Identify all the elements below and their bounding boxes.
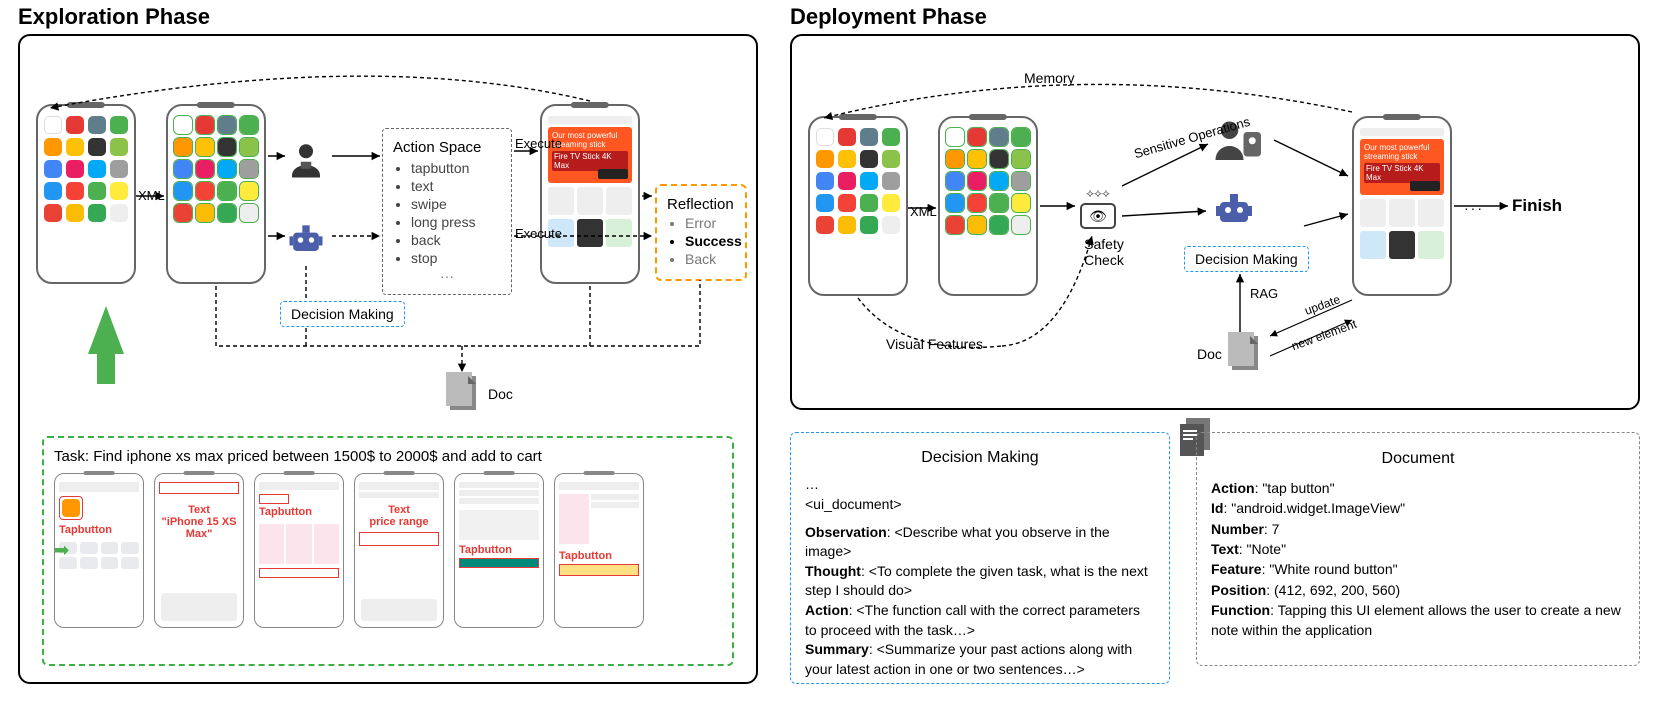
- doc-label: Doc: [488, 386, 513, 402]
- deployment-panel: Memory XML ⟡⟡⟡ 👁 Safety Check: [790, 34, 1640, 410]
- finish-label: Finish: [1512, 196, 1562, 216]
- dep-decision-making-tag: Decision Making: [1184, 246, 1309, 272]
- document-block: Document Action: "tap button" Id: "andro…: [1196, 432, 1640, 666]
- xml-label: XML: [138, 188, 165, 203]
- action-item: long press: [411, 214, 501, 230]
- dm-line: <ui_document>: [805, 495, 1155, 515]
- execute-label-2: Execute: [515, 226, 562, 241]
- phone-result: Our most powerful streaming stick Fire T…: [540, 104, 640, 284]
- banner-title: Our most powerful streaming stick: [552, 131, 628, 149]
- doc-title: Document: [1211, 447, 1625, 470]
- reflection-box: Reflection Error Success Back: [655, 184, 747, 281]
- dep-banner-sub: Fire TV Stick 4K Max: [1364, 163, 1440, 183]
- exploration-panel: XML Action Space tapbutton text swipe lo…: [18, 34, 758, 684]
- decision-making-label: Decision Making: [291, 306, 394, 322]
- doc-line: Feature: "White round button": [1211, 559, 1625, 579]
- dep-xml-label: XML: [910, 204, 937, 219]
- exploration-title: Exploration Phase: [18, 4, 210, 30]
- dep-doc-label: Doc: [1197, 346, 1222, 362]
- action-space-title: Action Space: [393, 139, 501, 156]
- safety-check-icon: ⟡⟡⟡ 👁: [1080, 186, 1116, 229]
- action-item: stop: [411, 250, 501, 266]
- annotation-tapbutton: Tapbutton: [59, 524, 139, 536]
- dep-phone-raw: [808, 116, 908, 296]
- memory-label: Memory: [1024, 70, 1075, 86]
- doc-line: Position: (412, 692, 200, 560): [1211, 580, 1625, 600]
- dm-line: Observation: <Describe what you observe …: [805, 523, 1155, 562]
- action-item: text: [411, 178, 501, 194]
- action-space-box: Action Space tapbutton text swipe long p…: [382, 128, 512, 295]
- mini-phone-3: Tapbutton: [254, 473, 344, 628]
- dep-robot-icon: [1210, 186, 1258, 234]
- dep-banner-title: Our most powerful streaming stick: [1364, 143, 1440, 161]
- rag-label: RAG: [1250, 286, 1278, 301]
- flow-arrow-icon: ➡: [54, 540, 69, 561]
- phone-xml: [166, 104, 266, 284]
- deployment-title: Deployment Phase: [790, 4, 987, 30]
- dep-phone-result: Our most powerful streaming stick Fire T…: [1352, 116, 1452, 296]
- action-item: swipe: [411, 196, 501, 212]
- doc-line: Number: 7: [1211, 519, 1625, 539]
- action-item: back: [411, 232, 501, 248]
- reflection-item: Error: [685, 215, 735, 231]
- mini-phone-6: Tapbutton: [554, 473, 644, 628]
- annotation-tapbutton: Tapbutton: [459, 544, 539, 556]
- human-icon: [282, 136, 330, 184]
- doc-line: Function: Tapping this UI element allows…: [1211, 600, 1625, 641]
- visual-features-label: Visual Features: [886, 336, 983, 352]
- green-up-arrow-icon: [88, 306, 124, 354]
- dm-line: [805, 515, 1155, 523]
- new-elem-label: new element: [1290, 317, 1359, 353]
- phone-raw: [36, 104, 136, 284]
- dm-line: …: [805, 475, 1155, 495]
- robot-icon: [282, 216, 330, 264]
- banner-sub: Fire TV Stick 4K Max: [552, 151, 628, 171]
- dep-doc-icon: [1232, 336, 1258, 370]
- reflection-title: Reflection: [667, 196, 735, 213]
- doc-icon: [450, 376, 476, 410]
- mini-phone-2: Text "iPhone 15 XS Max": [154, 473, 244, 628]
- task-line: Task: Find iphone xs max priced between …: [54, 448, 722, 465]
- decision-making-block: Decision Making … <ui_document> Observat…: [790, 432, 1170, 684]
- annotation-tapbutton: Tapbutton: [259, 506, 339, 518]
- execute-label-1: Execute: [515, 136, 562, 151]
- task-panel: Task: Find iphone xs max priced between …: [42, 436, 734, 666]
- dep-decision-making-label: Decision Making: [1195, 251, 1298, 267]
- dm-line: Action: <The function call with the corr…: [805, 601, 1155, 640]
- reflection-item-success: Success: [685, 233, 735, 249]
- action-item: tapbutton: [411, 160, 501, 176]
- annotation-text-iphone: Text "iPhone 15 XS Max": [159, 504, 239, 540]
- annotation-text-price: Text price range: [359, 504, 439, 528]
- doc-line: Text: "Note": [1211, 539, 1625, 559]
- decision-making-tag: Decision Making: [280, 301, 405, 327]
- mini-phone-5: Tapbutton: [454, 473, 544, 628]
- dm-line: Summary: <Summarize your past actions al…: [805, 640, 1155, 679]
- reflection-item: Back: [685, 251, 735, 267]
- doc-line: Id: "android.widget.ImageView": [1211, 498, 1625, 518]
- annotation-tapbutton: Tapbutton: [559, 550, 639, 562]
- dep-phone-xml: [938, 116, 1038, 296]
- action-more: ···: [393, 268, 501, 284]
- doc-line: Action: "tap button": [1211, 478, 1625, 498]
- mini-phone-4: Text price range: [354, 473, 444, 628]
- task-prefix: Task:: [54, 448, 93, 465]
- update-label: update: [1303, 292, 1342, 318]
- dm-line: Thought: <To complete the given task, wh…: [805, 562, 1155, 601]
- dots: ···: [1464, 200, 1484, 216]
- task-text: Find iphone xs max priced between 1500$ …: [93, 448, 542, 465]
- dm-title: Decision Making: [805, 447, 1155, 469]
- safety-label: Safety Check: [1074, 236, 1134, 268]
